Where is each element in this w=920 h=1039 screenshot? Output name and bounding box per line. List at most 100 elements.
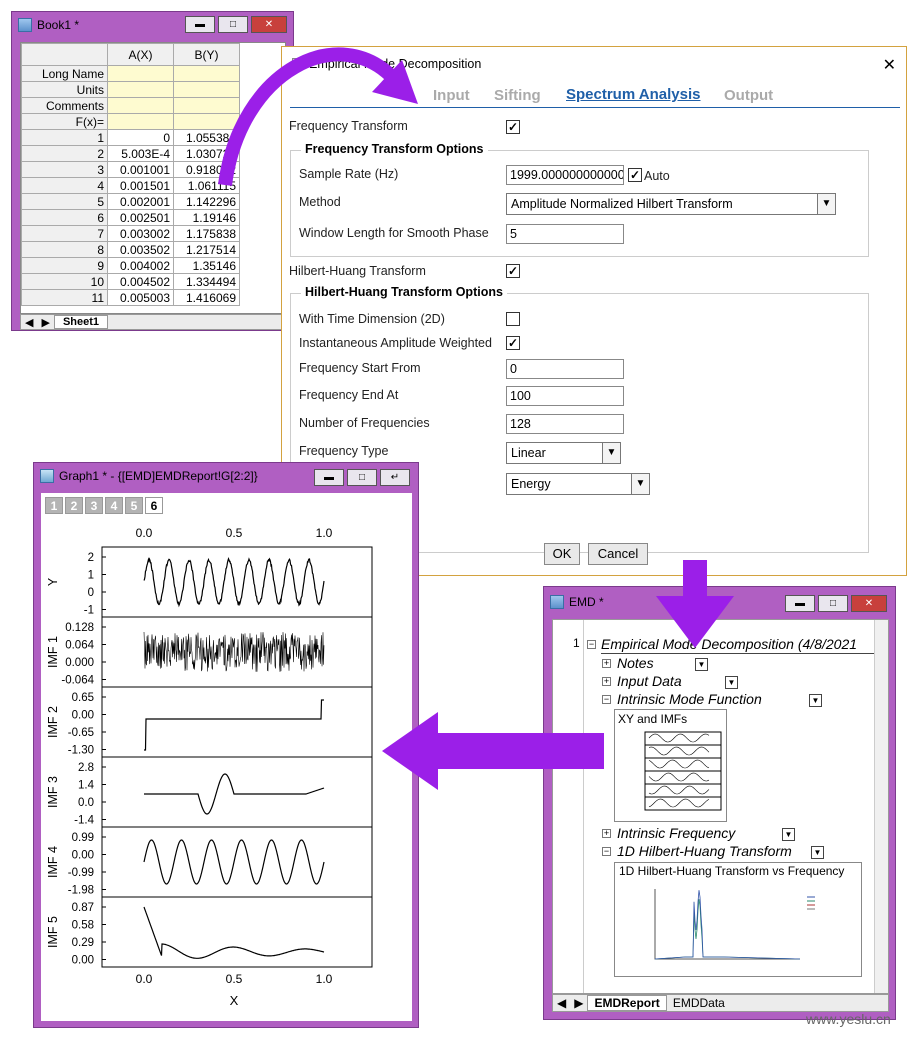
table-row[interactable]: 7 0.003002 1.175838: [21, 225, 240, 242]
close-button[interactable]: ✕: [251, 16, 287, 33]
label-row[interactable]: Long Name: [21, 65, 240, 82]
label-cell[interactable]: [107, 65, 174, 82]
expand-icon[interactable]: +: [602, 829, 611, 838]
cell-b[interactable]: 0.918042: [173, 161, 240, 178]
chevron-down-icon[interactable]: ▼: [631, 474, 649, 494]
worksheet-grid[interactable]: A(X) B(Y) Long Name Units Comments F(x)= 1 0 1…: [20, 42, 286, 314]
cell-a[interactable]: 0.005003: [107, 289, 174, 306]
expand-icon[interactable]: +: [602, 677, 611, 686]
row-label[interactable]: F(x)=: [21, 113, 108, 130]
column-header-b[interactable]: B(Y): [173, 43, 240, 66]
chevron-down-icon[interactable]: ▼: [602, 443, 620, 463]
cell-a[interactable]: 0.002501: [107, 209, 174, 226]
dropdown-icon[interactable]: ▼: [695, 658, 708, 671]
row-number[interactable]: 2: [21, 145, 108, 162]
row-number[interactable]: 4: [21, 177, 108, 194]
table-row[interactable]: 6 0.002501 1.19146: [21, 209, 240, 226]
cell-a[interactable]: 0.003502: [107, 241, 174, 258]
window-length-input[interactable]: 5: [506, 224, 624, 244]
minimize-button[interactable]: ▬: [314, 469, 344, 486]
freq-start-input[interactable]: 0: [506, 359, 624, 379]
label-cell[interactable]: [173, 113, 240, 130]
table-row[interactable]: 4 0.001501 1.061115: [21, 177, 240, 194]
corner-cell[interactable]: [21, 43, 108, 66]
dropdown-icon[interactable]: ▼: [725, 676, 738, 689]
table-row[interactable]: 1 0 1.055384: [21, 129, 240, 146]
collapse-icon[interactable]: −: [602, 847, 611, 856]
sample-rate-input[interactable]: 1999.000000000000: [506, 165, 624, 185]
tree-inst-freq[interactable]: Intrinsic Frequency: [617, 825, 735, 841]
cancel-button[interactable]: Cancel: [588, 543, 648, 565]
cell-b[interactable]: 1.416069: [173, 289, 240, 306]
sheet-tab[interactable]: Sheet1: [53, 315, 109, 329]
energy-select[interactable]: Energy ▼: [506, 473, 650, 495]
freq-type-select[interactable]: Linear ▼: [506, 442, 621, 464]
label-cell[interactable]: [107, 113, 174, 130]
cell-b[interactable]: 1.217514: [173, 241, 240, 258]
num-freq-input[interactable]: 128: [506, 414, 624, 434]
cell-a[interactable]: 0.002001: [107, 193, 174, 210]
cell-b[interactable]: 1.175838: [173, 225, 240, 242]
hht-thumbnail[interactable]: 1D Hilbert-Huang Transform vs Frequency: [614, 862, 862, 977]
cell-b[interactable]: 1.055384: [173, 129, 240, 146]
maximize-button[interactable]: □: [218, 16, 248, 33]
table-row[interactable]: 5 0.002001 1.142296: [21, 193, 240, 210]
label-row[interactable]: Comments: [21, 97, 240, 114]
xy-imfs-thumbnail[interactable]: XY and IMFs: [614, 709, 727, 822]
label-cell[interactable]: [173, 97, 240, 114]
method-select[interactable]: Amplitude Normalized Hilbert Transform ▼: [506, 193, 836, 215]
cell-a[interactable]: 5.003E-4: [107, 145, 174, 162]
hht-checkbox[interactable]: ✓: [506, 264, 520, 278]
tree-notes[interactable]: Notes: [617, 655, 654, 671]
cell-b[interactable]: 1.142296: [173, 193, 240, 210]
tab-emddata[interactable]: EMDData: [667, 996, 731, 1010]
minimize-button[interactable]: ▬: [785, 595, 815, 612]
dialog-titlebar[interactable]: Empirical Mode Decomposition: [292, 57, 481, 71]
chevron-down-icon[interactable]: ▼: [817, 194, 835, 214]
table-row[interactable]: 3 0.001001 0.918042: [21, 161, 240, 178]
maximize-button[interactable]: □: [347, 469, 377, 486]
scroll-right-icon[interactable]: ▶: [570, 996, 587, 1010]
cell-b[interactable]: 1.19146: [173, 209, 240, 226]
collapse-icon[interactable]: −: [602, 695, 611, 704]
auto-checkbox[interactable]: ✓: [628, 168, 642, 182]
scroll-left-icon[interactable]: ◀: [553, 996, 570, 1010]
worksheet-table[interactable]: A(X) B(Y) Long Name Units Comments F(x)= 1 0 1…: [21, 43, 240, 306]
tab-output[interactable]: Output: [724, 87, 773, 104]
row-number[interactable]: 9: [21, 257, 108, 274]
cell-b[interactable]: 1.35146: [173, 257, 240, 274]
graph-plot-svg[interactable]: 0.00.00.50.51.01.0X210-1Y0.1280.0640.000…: [41, 493, 412, 1021]
collapse-icon[interactable]: −: [587, 640, 596, 649]
row-number[interactable]: 5: [21, 193, 108, 210]
graph-canvas[interactable]: 123456 0.0 0.0 0.5 0.5 1.0 1.0 X 2 1 0 -1 Y 0.128 0.0…: [41, 493, 412, 1021]
minimize-button[interactable]: ▬: [185, 16, 215, 33]
label-row[interactable]: F(x)=: [21, 113, 240, 130]
table-row[interactable]: 10 0.004502 1.334494: [21, 273, 240, 290]
dialog-close-icon[interactable]: ✕: [883, 55, 896, 75]
emd-report-window[interactable]: EMD * ▬ □ ✕ 1 − Empirical Mode Decomposi…: [543, 586, 896, 1020]
table-row[interactable]: 2 5.003E-4 1.030726: [21, 145, 240, 162]
cell-a[interactable]: 0.004002: [107, 257, 174, 274]
row-number[interactable]: 3: [21, 161, 108, 178]
tab-sifting[interactable]: Sifting: [494, 87, 541, 104]
row-number[interactable]: 10: [21, 273, 108, 290]
scroll-right-icon[interactable]: ▶: [37, 316, 53, 329]
label-cell[interactable]: [173, 65, 240, 82]
label-row[interactable]: Units: [21, 81, 240, 98]
table-row[interactable]: 8 0.003502 1.217514: [21, 241, 240, 258]
label-cell[interactable]: [107, 81, 174, 98]
cell-a[interactable]: 0.003002: [107, 225, 174, 242]
tree-input-data[interactable]: Input Data: [617, 673, 682, 689]
row-label[interactable]: Units: [21, 81, 108, 98]
tree-hht-1d[interactable]: 1D Hilbert-Huang Transform: [617, 843, 792, 859]
ok-button[interactable]: OK: [544, 543, 580, 565]
cell-a[interactable]: 0.001501: [107, 177, 174, 194]
row-number[interactable]: 7: [21, 225, 108, 242]
emd-report-sheet[interactable]: 1 − Empirical Mode Decomposition (4/8/20…: [552, 619, 889, 994]
label-cell[interactable]: [173, 81, 240, 98]
row-number[interactable]: 8: [21, 241, 108, 258]
inst-amp-checkbox[interactable]: ✓: [506, 336, 520, 350]
column-header-a[interactable]: A(X): [107, 43, 174, 66]
cell-a[interactable]: 0.001001: [107, 161, 174, 178]
freq-end-input[interactable]: 100: [506, 386, 624, 406]
